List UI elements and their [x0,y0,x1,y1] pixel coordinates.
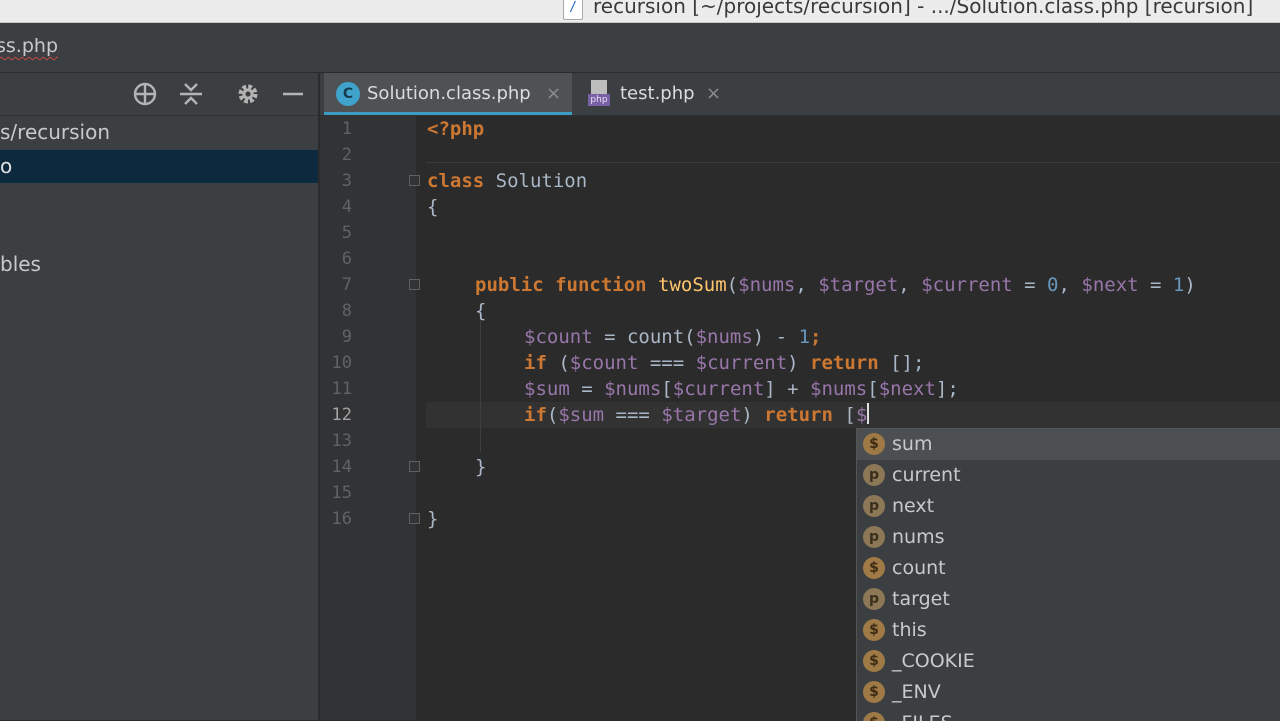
code-line-3: class Solution [427,170,588,192]
line-number: 11 [331,379,352,399]
code-line-10: if ($count === $current) return []; [524,352,925,374]
project-panel: s/recursion o bles [0,73,319,720]
tree-item-external-libraries[interactable]: bles [0,248,318,281]
php-file-icon: / [563,0,583,20]
completion-item[interactable]: $_FILES [857,708,1280,721]
gear-icon[interactable] [234,80,262,108]
completion-item[interactable]: $ count [857,553,1280,584]
close-tab-icon[interactable]: × [706,73,721,115]
fold-marker-icon[interactable] [409,461,420,472]
code-line-14: } [475,456,487,478]
fold-marker-icon[interactable] [409,175,420,186]
code-line-1: <?php [427,118,485,140]
completion-item[interactable]: p nums [857,522,1280,553]
project-toolbar [0,73,318,116]
tab-solution-class[interactable]: C Solution.class.php × [324,73,572,115]
line-number: 3 [341,171,352,191]
line-number-current: 12 [331,405,352,425]
code-line-4: { [427,196,439,218]
tree-item-label: bles [0,252,41,276]
collapse-all-icon[interactable] [177,80,205,108]
completion-item[interactable]: p target [857,584,1280,615]
code-line-11: $sum = $nums[$current] + $nums[$next]; [524,378,959,400]
line-number: 14 [331,457,352,477]
breadcrumb-file[interactable]: ss.php [0,35,58,57]
line-number: 1 [341,119,352,139]
indent-guide [480,312,481,452]
close-tab-icon[interactable]: × [546,73,561,115]
line-number: 6 [341,249,352,269]
variable-icon: $ [863,433,885,455]
line-number: 16 [331,509,352,529]
line-number: 13 [331,431,352,451]
tree-item-selected[interactable]: o [0,150,318,183]
line-number: 4 [341,197,352,217]
completion-item[interactable]: $ this [857,615,1280,646]
tab-test-php[interactable]: php test.php × [572,73,732,115]
tree-item-label: s/recursion [0,120,111,144]
class-icon: C [336,82,360,106]
line-number: 7 [341,275,352,295]
method-separator [426,162,1280,163]
window-title-bar: / recursion [~/projects/recursion] - ...… [0,0,1280,23]
tree-item-project-root[interactable]: s/recursion [0,116,318,149]
code-line-9: $count = count($nums) - 1; [524,326,822,348]
line-number: 10 [331,353,352,373]
completion-item[interactable]: $ _ENV [857,677,1280,708]
variable-icon: $ [863,557,885,579]
line-number: 2 [341,145,352,165]
completion-item[interactable]: $ _COOKIE [857,646,1280,677]
line-number: 9 [341,327,352,347]
parameter-icon: p [863,495,885,517]
completion-item[interactable]: p next [857,491,1280,522]
parameter-icon: p [863,588,885,610]
hide-panel-icon[interactable] [279,80,307,108]
tree-item-label: o [0,154,13,178]
code-completion-popup[interactable]: $ sum p current p next p nums $ count p target… [856,428,1280,721]
text-caret [867,403,870,424]
fold-marker-icon[interactable] [409,513,420,524]
parameter-icon: p [863,464,885,486]
locate-file-icon[interactable] [131,80,159,108]
tab-label: Solution.class.php [367,83,531,104]
variable-icon: $ [863,619,885,641]
fold-marker-icon[interactable] [409,279,420,290]
navigation-bar: ss.php [0,23,1280,73]
window-title: recursion [~/projects/recursion] - .../S… [593,0,1254,18]
completion-item[interactable]: p current [857,460,1280,491]
variable-icon: $ [863,650,885,672]
tab-label: test.php [620,83,695,104]
line-number: 5 [341,223,352,243]
line-number: 8 [341,301,352,321]
php-file-icon: php [588,80,610,108]
completion-item[interactable]: $ sum [857,429,1280,460]
parameter-icon: p [863,526,885,548]
variable-icon: $ [863,681,885,703]
editor-tab-bar: C Solution.class.php × php test.php × [320,73,1280,116]
code-line-7: public function twoSum($nums, $target, $… [475,274,1196,296]
code-line-16: } [427,508,439,530]
code-line-8: { [475,300,487,322]
code-line-12: if($sum === $target) return [$ [524,403,870,426]
line-number: 15 [331,483,352,503]
line-number-gutter: 1 2 3 4 5 6 7 8 9 10 11 12 13 14 15 16 [320,116,416,720]
